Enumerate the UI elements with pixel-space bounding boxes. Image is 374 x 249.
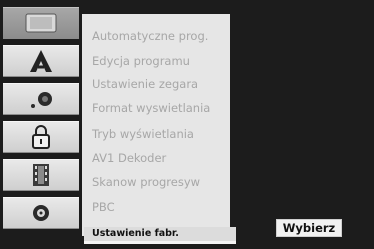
speaker-icon	[31, 92, 52, 108]
sidebar-item-language[interactable]	[3, 45, 79, 77]
menu-item-display-mode[interactable]: Tryb wyświetlania	[92, 127, 194, 141]
menu-item-clock-setting[interactable]: Ustawienie zegara	[92, 77, 198, 91]
sidebar-item-general[interactable]	[3, 7, 79, 39]
padlock-icon	[32, 125, 50, 149]
sidebar-item-disc[interactable]	[3, 197, 79, 229]
sidebar-item-audio[interactable]	[3, 83, 79, 115]
selected-row-underline	[84, 241, 236, 244]
select-button[interactable]: Wybierz	[276, 219, 342, 237]
sidebar-item-recording[interactable]	[3, 159, 79, 191]
menu-item-av1-decoder[interactable]: AV1 Dekoder	[92, 151, 166, 165]
letter-a-icon	[30, 50, 52, 72]
sidebar-icons	[3, 7, 79, 249]
menu-item-progressive-scan[interactable]: Skanow progresyw	[92, 175, 200, 189]
tv-screen-icon	[25, 13, 57, 33]
menu-item-display-format[interactable]: Format wyswietlania	[92, 101, 210, 115]
menu-item-factory-reset[interactable]: Ustawienie fabr.	[92, 228, 179, 239]
dvd-setup-screen: Automatyczne prog. Edycja programu Ustaw…	[0, 0, 374, 249]
disc-icon	[33, 205, 49, 221]
settings-menu-panel: Automatyczne prog. Edycja programu Ustaw…	[82, 14, 230, 236]
menu-item-program-edit[interactable]: Edycja programu	[92, 54, 190, 68]
menu-item-pbc[interactable]: PBC	[92, 200, 115, 214]
film-strip-icon	[33, 164, 49, 186]
menu-item-auto-programming[interactable]: Automatyczne prog.	[92, 29, 208, 43]
sidebar-item-lock[interactable]	[3, 121, 79, 153]
